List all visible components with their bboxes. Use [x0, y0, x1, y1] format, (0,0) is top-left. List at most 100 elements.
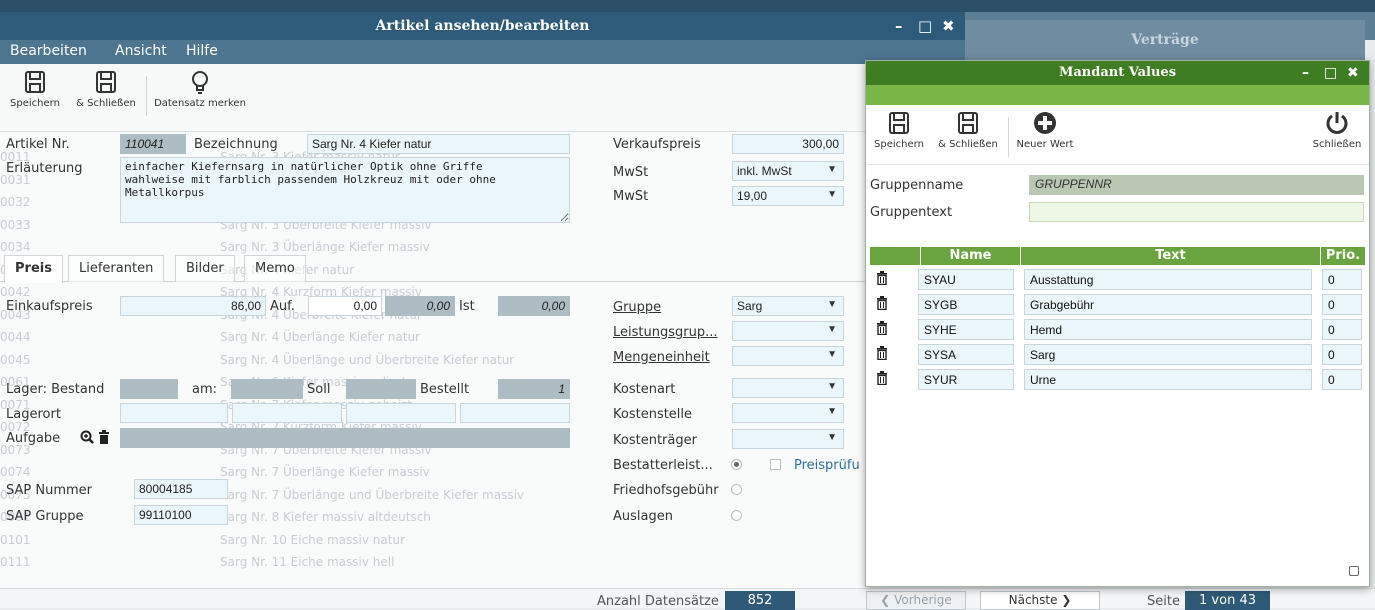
value-text-field[interactable]: Grabgebühr	[1024, 294, 1312, 315]
value-name-field[interactable]: SYHE	[918, 319, 1014, 340]
tab-memo[interactable]: Memo	[244, 255, 306, 282]
menu-bearbeiten[interactable]: Bearbeiten	[10, 43, 87, 59]
lightbulb-icon	[192, 71, 208, 94]
close-icon[interactable]: ✖	[1347, 61, 1359, 85]
value-prio-field[interactable]: 0	[1322, 269, 1362, 290]
mwst-type-select[interactable]: inkl. MwSt ▼	[732, 161, 844, 181]
tab-lieferanten[interactable]: Lieferanten	[68, 255, 165, 282]
list-item[interactable]: 0101 Sarg Nr. 10 Eiche massiv natur	[0, 533, 870, 555]
menu-ansicht[interactable]: Ansicht	[115, 43, 167, 59]
list-item-number: 0074	[0, 465, 31, 479]
trash-icon[interactable]	[98, 430, 110, 444]
column-header-prio: Prio.	[1320, 247, 1365, 265]
tab-preis[interactable]: Preis	[4, 255, 63, 283]
gruppe-link[interactable]: Gruppe	[613, 300, 661, 315]
mwst-rate-value: 19,00	[737, 189, 768, 203]
kostenstelle-select[interactable]: ▼	[732, 403, 844, 423]
value-name-field[interactable]: SYGB	[918, 294, 1014, 315]
article-window-title: Artikel ansehen/bearbeiten	[375, 18, 590, 34]
bestellt-field[interactable]: 1	[498, 379, 570, 399]
aufgabe-field[interactable]	[120, 428, 570, 448]
trash-icon[interactable]	[876, 296, 888, 310]
list-item[interactable]: 0111 Sarg Nr. 11 Eiche massiv hell	[0, 555, 870, 577]
value-text-field[interactable]: Hemd	[1024, 319, 1312, 340]
lager-bestand-field[interactable]	[120, 379, 178, 399]
value-text-field[interactable]: Urne	[1024, 369, 1312, 390]
mandant-save-button[interactable]: Speichern	[870, 111, 928, 150]
trash-icon[interactable]	[876, 346, 888, 360]
trash-icon[interactable]	[876, 271, 888, 285]
verkaufspreis-field[interactable]: 300,00	[732, 134, 844, 154]
lagerort-field-1[interactable]	[120, 403, 228, 423]
erlaeuterung-textarea[interactable]: einfacher Kiefernsarg in natürlicher Opt…	[120, 157, 570, 223]
auf-field[interactable]: 0,00	[308, 296, 382, 316]
mandant-save-close-button[interactable]: & Schließen	[934, 111, 1002, 150]
gruppenname-field[interactable]: GRUPPENNR	[1029, 175, 1364, 195]
kostentraeger-select[interactable]: ▼	[732, 429, 844, 449]
new-value-button[interactable]: Neuer Wert	[1014, 111, 1076, 150]
column-header-name: Name	[920, 247, 1020, 265]
maximize-icon[interactable]: □	[1324, 61, 1337, 85]
page-label: Seite	[1147, 594, 1180, 609]
value-name-field[interactable]: SYAU	[918, 269, 1014, 290]
kostentraeger-label: Kostenträger	[613, 433, 697, 448]
leistungsgruppe-link[interactable]: Leistungsgrup...	[613, 325, 717, 340]
value-prio-field[interactable]: 0	[1322, 344, 1362, 365]
tab-bilder[interactable]: Bilder	[175, 255, 235, 282]
resize-checkbox[interactable]	[1349, 566, 1359, 576]
mwst-rate-label: MwSt	[613, 189, 649, 204]
list-item-number: 0111	[0, 555, 31, 569]
trash-icon[interactable]	[876, 371, 888, 385]
save-close-button[interactable]: & Schließen	[72, 70, 140, 109]
soll-field[interactable]	[346, 379, 416, 399]
preispruefung-checkbox[interactable]	[770, 459, 781, 470]
close-icon[interactable]: ✖	[942, 12, 955, 40]
gruppe-select[interactable]: Sarg ▼	[732, 296, 844, 316]
next-page-button[interactable]: Nächste ❯	[980, 591, 1100, 610]
auf-percent-field[interactable]: 0,00	[385, 296, 455, 316]
mwst-type-value: inkl. MwSt	[737, 164, 792, 178]
bestatterleistung-radio[interactable]	[731, 459, 742, 470]
background-top-strip	[0, 0, 1375, 12]
record-count-label: Anzahl Datensätze	[597, 594, 719, 609]
mandant-close-button[interactable]: Schließen	[1310, 111, 1364, 150]
mandant-values-window: Mandant Values – □ ✖ Speichern & Schließ…	[865, 60, 1370, 587]
mwst-rate-select[interactable]: 19,00 ▼	[732, 186, 844, 206]
zoom-icon[interactable]	[80, 430, 94, 444]
minimize-icon[interactable]: –	[895, 12, 903, 40]
artikel-nr-field[interactable]: 110041	[120, 134, 186, 154]
am-field[interactable]	[231, 379, 303, 399]
value-text-field[interactable]: Sarg	[1024, 344, 1312, 365]
ist-field[interactable]: 0,00	[498, 296, 570, 316]
menu-hilfe[interactable]: Hilfe	[186, 43, 218, 59]
sap-nummer-field[interactable]: 80004185	[134, 479, 228, 499]
gruppentext-field[interactable]	[1029, 202, 1364, 222]
value-name-field[interactable]: SYUR	[918, 369, 1014, 390]
friedhofsgebuehr-radio[interactable]	[731, 484, 742, 495]
bezeichnung-field[interactable]: Sarg Nr. 4 Kiefer natur	[307, 134, 570, 154]
remember-record-label: Datensatz merken	[154, 98, 246, 109]
leistungsgruppe-select[interactable]: ▼	[732, 321, 844, 341]
lagerort-field-4[interactable]	[460, 403, 570, 423]
value-name-field[interactable]: SYSA	[918, 344, 1014, 365]
kostenart-select[interactable]: ▼	[732, 378, 844, 398]
trash-icon[interactable]	[876, 321, 888, 335]
lagerort-field-3[interactable]	[346, 403, 456, 423]
value-prio-field[interactable]: 0	[1322, 369, 1362, 390]
remember-record-button[interactable]: Datensatz merken	[152, 70, 248, 109]
previous-page-button[interactable]: ❮ Vorherige	[866, 591, 966, 610]
lagerort-field-2[interactable]	[232, 403, 342, 423]
value-prio-field[interactable]: 0	[1322, 319, 1362, 340]
value-text-field[interactable]: Ausstattung	[1024, 269, 1312, 290]
mandant-window-titlebar: Mandant Values – □ ✖	[866, 61, 1369, 85]
save-button[interactable]: Speichern	[6, 70, 64, 109]
maximize-icon[interactable]: □	[918, 12, 932, 40]
bestatterleistung-label: Bestatterleist...	[613, 458, 713, 473]
mengeneinheit-link[interactable]: Mengeneinheit	[613, 350, 710, 365]
einkaufspreis-field[interactable]: 86,00	[120, 296, 266, 316]
mengeneinheit-select[interactable]: ▼	[732, 346, 844, 366]
auslagen-radio[interactable]	[731, 510, 742, 521]
value-prio-field[interactable]: 0	[1322, 294, 1362, 315]
sap-gruppe-field[interactable]: 99110100	[134, 505, 228, 525]
minimize-icon[interactable]: –	[1302, 61, 1309, 85]
